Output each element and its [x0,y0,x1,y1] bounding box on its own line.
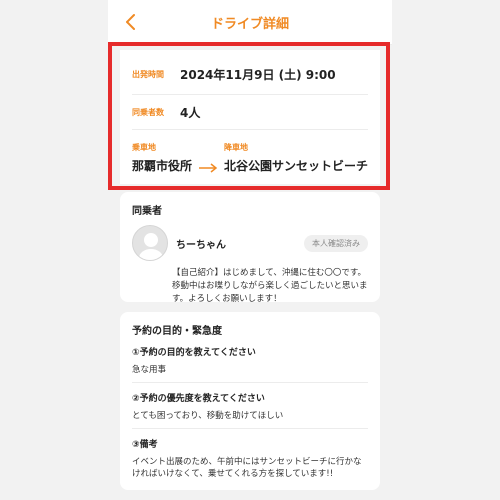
dropoff-label: 降車地 [224,143,248,152]
question-answer: とても困っており、移動を助けてほしい [132,411,284,421]
passengers-row: 同乗者数 4人 [132,95,368,130]
pickup-value: 那覇市役所 [132,159,193,173]
dropoff: 降車地 北谷公園サンセットビーチ [224,142,368,174]
ride-info-card: 出発時間 2024年11月9日 (土) 9:00 同乗者数 4人 乗車地 那覇市… [120,50,380,184]
departure-value: 2024年11月9日 (土) 9:00 [180,67,336,82]
app-screen: ドライブ詳細 出発時間 2024年11月9日 (土) 9:00 同乗者数 4人 … [108,0,392,500]
question-title: ①予約の目的を教えてください [132,348,256,358]
companion-section-title: 同乗者 [132,206,162,217]
user-avatar-icon[interactable] [132,225,168,261]
verified-badge: 本人確認済み [304,234,368,252]
question-title: ③備考 [132,440,158,450]
app-header: ドライブ詳細 [108,0,392,45]
companion-intro: 【自己紹介】はじめまして、沖縄に住む〇〇です。移動中はお喋りしながら楽しく過ごし… [172,268,368,304]
companion-header[interactable]: ちーちゃん 本人確認済み [132,225,368,261]
route-row: 乗車地 那覇市役所 降車地 北谷公園サンセットビーチ [132,130,368,174]
dropoff-value: 北谷公園サンセットビーチ [224,159,369,173]
pickup-label: 乗車地 [132,143,156,152]
companion-name: ちーちゃん [176,239,226,251]
question-item: ②予約の優先度を教えてください とても困っており、移動を助けてほしい [132,383,368,429]
passengers-value: 4人 [180,105,201,120]
departure-row: 出発時間 2024年11月9日 (土) 9:00 [132,50,368,95]
departure-label: 出発時間 [132,69,164,79]
question-answer: 急な用事 [132,365,167,375]
question-title: ②予約の優先度を教えてください [132,394,265,404]
purpose-card: 予約の目的・緊急度 ①予約の目的を教えてください 急な用事 ②予約の優先度を教え… [120,312,380,490]
page-title: ドライブ詳細 [210,17,289,32]
question-item: ①予約の目的を教えてください 急な用事 [132,337,368,383]
question-answer: イベント出展のため、午前中にはサンセットビーチに行かなければいけなくて、乗せてく… [132,457,362,479]
purpose-section-title: 予約の目的・緊急度 [132,326,222,337]
passengers-label: 同乗者数 [132,107,164,117]
companion-card: 同乗者 ちーちゃん 本人確認済み 【自己紹介】はじめまして、沖縄に住む〇〇です。… [120,192,380,304]
question-item: ③備考 イベント出展のため、午前中にはサンセットビーチに行かなければいけなくて、… [132,429,368,486]
arrow-right-icon [199,163,218,173]
pickup: 乗車地 那覇市役所 [132,142,192,174]
